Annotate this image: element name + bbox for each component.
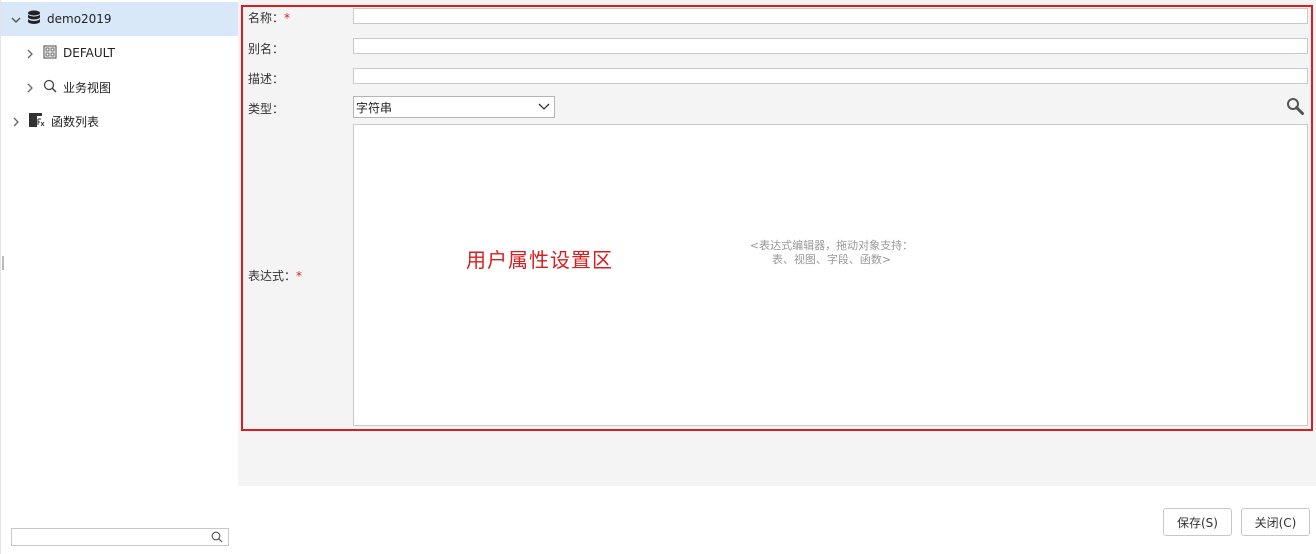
schema-icon	[43, 45, 57, 62]
tree-item-label: 函数列表	[51, 114, 100, 129]
panel-splitter-handle[interactable]	[2, 256, 4, 270]
resource-tree-panel: demo2019 DEFAULT 业务视图 函数列表	[0, 0, 238, 554]
database-icon	[27, 10, 41, 29]
chevron-right-icon[interactable]	[11, 116, 21, 127]
search-icon	[43, 79, 57, 96]
tree-item-demo2019[interactable]: demo2019	[1, 2, 238, 36]
function-list-icon	[29, 112, 45, 130]
chevron-down-icon[interactable]	[11, 14, 21, 24]
tree-item-label: demo2019	[47, 12, 112, 26]
tree-search-box[interactable]	[11, 528, 229, 546]
tree-search-input[interactable]	[16, 530, 210, 546]
tree-item-label: DEFAULT	[63, 46, 115, 60]
save-button[interactable]: 保存(S)	[1163, 508, 1232, 536]
search-icon[interactable]	[211, 531, 223, 546]
tree-item-business-view[interactable]: 业务视图	[1, 70, 238, 104]
chevron-right-icon[interactable]	[25, 48, 35, 59]
close-button[interactable]: 关闭(C)	[1241, 508, 1310, 536]
user-attribute-zone-highlight	[241, 5, 1313, 431]
tree-item-label: 业务视图	[63, 80, 112, 95]
tree-item-function-list[interactable]: 函数列表	[1, 104, 238, 138]
chevron-right-icon[interactable]	[25, 82, 35, 93]
tree-item-default[interactable]: DEFAULT	[1, 36, 238, 70]
